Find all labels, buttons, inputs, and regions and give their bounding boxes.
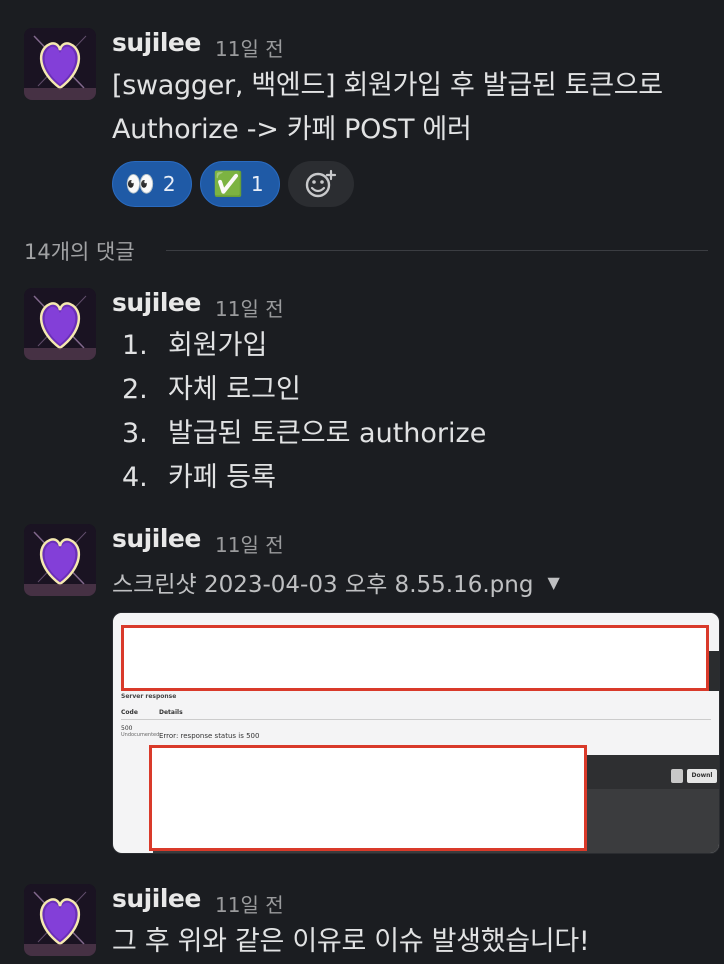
- reaction-check[interactable]: ✅ 1: [200, 161, 280, 207]
- undocumented-note: Undocumented: [121, 732, 160, 738]
- timestamp[interactable]: 11일 전: [215, 889, 284, 918]
- col-details-header: Details: [159, 709, 183, 716]
- reactions-bar: 👀 2 ✅ 1: [112, 161, 354, 207]
- reaction-eyes[interactable]: 👀 2: [112, 161, 192, 207]
- heart-avatar-image: [24, 288, 96, 360]
- heart-avatar-image: [24, 28, 96, 100]
- error-text: Error: response status is 500: [159, 732, 260, 740]
- check-mark-emoji-icon: ✅: [213, 170, 243, 198]
- username[interactable]: sujilee: [112, 524, 201, 553]
- reaction-count: 1: [250, 172, 264, 196]
- copy-icon: [671, 769, 683, 783]
- message-line-1: [swagger, 백엔드] 회원가입 후 발급된 토큰으로: [112, 70, 663, 101]
- avatar[interactable]: [24, 884, 96, 956]
- server-response-label: Server response: [121, 693, 177, 700]
- redacted-region: [121, 625, 709, 691]
- avatar[interactable]: [24, 288, 96, 360]
- heart-avatar-image: [24, 524, 96, 596]
- avatar[interactable]: [24, 28, 96, 100]
- message-line-2: Authorize -> 카페 POST 에러: [112, 114, 472, 145]
- heart-avatar-image: [24, 884, 96, 956]
- username[interactable]: sujilee: [112, 884, 201, 913]
- timestamp[interactable]: 11일 전: [215, 33, 284, 62]
- file-name-toggle[interactable]: 스크린샷 2023-04-03 오후 8.55.16.png ▼: [112, 565, 560, 599]
- timestamp[interactable]: 11일 전: [215, 529, 284, 558]
- download-button: Downl: [687, 769, 717, 783]
- list-item: 4. 카페 등록: [122, 462, 276, 493]
- response-code: 500: [121, 725, 133, 732]
- image-attachment-preview[interactable]: Server response Code Details 500 Undocum…: [112, 612, 720, 854]
- reaction-count: 2: [162, 172, 176, 196]
- list-item: 2. 자체 로그인: [122, 374, 301, 405]
- username[interactable]: sujilee: [112, 28, 201, 57]
- avatar[interactable]: [24, 524, 96, 596]
- col-code-header: Code: [121, 709, 138, 716]
- add-reaction-button[interactable]: [288, 161, 354, 207]
- add-reaction-icon: [305, 169, 337, 198]
- reply-count: 14개의 댓글: [24, 240, 135, 264]
- file-name: 스크린샷 2023-04-03 오후 8.55.16.png: [112, 572, 534, 598]
- message-text: 그 후 위와 같은 이유로 이슈 발생했습니다!: [112, 926, 590, 957]
- steps-list: 1. 회원가입 2. 자체 로그인 3. 발급된 토큰으로 authorize 4. 카…: [112, 324, 486, 500]
- eyes-emoji-icon: 👀: [125, 170, 155, 198]
- list-item: 1. 회원가입: [122, 330, 268, 361]
- message-text: [swagger, 백엔드] 회원가입 후 발급된 토큰으로 Authorize…: [112, 64, 663, 152]
- caret-down-icon[interactable]: ▼: [547, 573, 559, 592]
- redacted-region: [149, 745, 587, 851]
- thread-divider: [166, 250, 708, 251]
- timestamp[interactable]: 11일 전: [215, 293, 284, 322]
- list-item: 3. 발급된 토큰으로 authorize: [122, 418, 487, 449]
- username[interactable]: sujilee: [112, 288, 201, 317]
